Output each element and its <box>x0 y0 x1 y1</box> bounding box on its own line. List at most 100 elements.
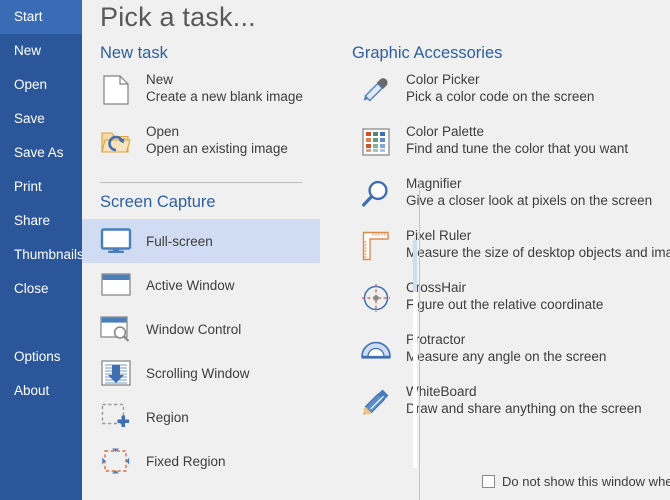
accessory-whiteboard-text: WhiteBoard Draw and share anything on th… <box>396 382 642 418</box>
sidebar-item-label: Print <box>14 179 42 194</box>
task-new-text: New Create a new blank image <box>136 70 303 106</box>
crosshair-icon <box>356 278 396 318</box>
sidebar-item-new[interactable]: New <box>0 34 82 68</box>
section-divider <box>100 182 302 183</box>
sidebar-item-label: Options <box>14 349 61 364</box>
sidebar-item-start[interactable]: Start <box>0 0 82 34</box>
column-divider <box>419 180 420 500</box>
accessory-magnifier[interactable]: Magnifier Give a closer look at pixels o… <box>342 174 670 226</box>
accessory-color-palette-text: Color Palette Find and tune the color th… <box>396 122 628 158</box>
accessory-color-picker[interactable]: Color Picker Pick a color code on the sc… <box>342 70 670 122</box>
window-control-icon <box>96 312 136 346</box>
sidebar-item-label: Start <box>14 9 43 24</box>
accessory-crosshair-title: CrossHair <box>406 280 467 295</box>
accessory-color-picker-title: Color Picker <box>406 72 480 87</box>
sidebar-item-options[interactable]: Options <box>0 340 82 374</box>
accessory-whiteboard-desc: Draw and share anything on the screen <box>406 401 642 416</box>
accessory-color-picker-desc: Pick a color code on the screen <box>406 89 595 104</box>
scrolling-window-icon <box>96 356 136 390</box>
section-heading-graphic-accessories: Graphic Accessories <box>352 44 503 62</box>
capture-scrolling-window[interactable]: Scrolling Window <box>82 351 320 395</box>
capture-window-control-label: Window Control <box>146 321 242 337</box>
left-column-scrollbar-thumb[interactable] <box>413 240 417 292</box>
accessory-protractor-desc: Measure any angle on the screen <box>406 349 607 364</box>
accessory-crosshair[interactable]: CrossHair Figure out the relative coordi… <box>342 278 670 330</box>
active-window-icon <box>96 268 136 302</box>
do-not-show-checkbox[interactable] <box>482 475 495 488</box>
protractor-icon <box>356 330 396 370</box>
accessory-color-picker-text: Color Picker Pick a color code on the sc… <box>396 70 594 106</box>
fixed-region-icon <box>96 444 136 478</box>
task-open-desc: Open an existing image <box>146 141 288 156</box>
section-heading-screen-capture: Screen Capture <box>100 193 216 211</box>
sidebar-item-label: Save <box>14 111 45 126</box>
task-new-desc: Create a new blank image <box>146 89 303 104</box>
sidebar-item-close[interactable]: Close <box>0 272 82 306</box>
region-icon <box>96 400 136 434</box>
accessory-protractor[interactable]: Protractor Measure any angle on the scre… <box>342 330 670 382</box>
accessory-pixel-ruler[interactable]: Pixel Ruler Measure the size of desktop … <box>342 226 670 278</box>
task-open[interactable]: Open Open an existing image <box>82 122 320 174</box>
sidebar-item-label: Share <box>14 213 51 228</box>
magnifier-icon <box>356 174 396 214</box>
accessory-crosshair-desc: Figure out the relative coordinate <box>406 297 604 312</box>
capture-fixed-region-label: Fixed Region <box>146 453 226 469</box>
accessory-color-palette[interactable]: Color Palette Find and tune the color th… <box>342 122 670 174</box>
capture-region-label: Region <box>146 409 189 425</box>
capture-active-window[interactable]: Active Window <box>82 263 320 307</box>
pen-icon <box>356 382 396 422</box>
task-open-title: Open <box>146 124 180 139</box>
sidebar-item-label: New <box>14 43 42 58</box>
right-column: Graphic Accessories Color Picker Pick a … <box>342 40 670 500</box>
open-folder-icon <box>96 122 136 162</box>
monitor-icon <box>96 224 136 258</box>
ruler-icon <box>356 226 396 266</box>
page-title: Pick a task... <box>100 2 256 32</box>
new-document-icon <box>96 70 136 110</box>
sidebar-item-save[interactable]: Save <box>0 102 82 136</box>
color-palette-icon <box>356 122 396 162</box>
sidebar-item-open[interactable]: Open <box>0 68 82 102</box>
capture-region[interactable]: Region <box>82 395 320 439</box>
accessory-pixel-ruler-desc: Measure the size of desktop objects and … <box>406 245 670 260</box>
sidebar-item-thumbnails[interactable]: Thumbnails <box>0 238 84 272</box>
sidebar-item-about[interactable]: About <box>0 374 82 408</box>
accessory-pixel-ruler-text: Pixel Ruler Measure the size of desktop … <box>396 226 670 262</box>
capture-full-screen-label: Full-screen <box>146 233 213 249</box>
accessory-protractor-title: Protractor <box>406 332 466 347</box>
accessory-magnifier-text: Magnifier Give a closer look at pixels o… <box>396 174 652 210</box>
task-open-text: Open Open an existing image <box>136 122 288 158</box>
do-not-show-checkbox-row[interactable]: Do not show this window when program sta… <box>482 474 670 489</box>
task-new[interactable]: New Create a new blank image <box>82 70 320 122</box>
accessory-crosshair-text: CrossHair Figure out the relative coordi… <box>396 278 603 314</box>
sidebar-item-label: About <box>14 383 50 398</box>
capture-active-window-label: Active Window <box>146 277 235 293</box>
sidebar: Start New Open Save Save As Print Share … <box>0 0 84 500</box>
task-new-title: New <box>146 72 174 87</box>
sidebar-item-share[interactable]: Share <box>0 204 82 238</box>
eyedropper-icon <box>356 70 396 110</box>
capture-full-screen[interactable]: Full-screen <box>82 219 320 263</box>
left-column: New task New Create a new blank image Op… <box>82 40 320 500</box>
accessory-whiteboard-title: WhiteBoard <box>406 384 477 399</box>
capture-fixed-region[interactable]: Fixed Region <box>82 439 320 483</box>
content-area: Pick a task... New task New Create a new… <box>82 0 670 500</box>
accessory-protractor-text: Protractor Measure any angle on the scre… <box>396 330 606 366</box>
accessory-color-palette-title: Color Palette <box>406 124 485 139</box>
do-not-show-checkbox-label: Do not show this window when program sta… <box>502 474 670 489</box>
capture-window-control[interactable]: Window Control <box>82 307 320 351</box>
accessory-pixel-ruler-title: Pixel Ruler <box>406 228 472 243</box>
sidebar-item-print[interactable]: Print <box>0 170 82 204</box>
sidebar-item-save-as[interactable]: Save As <box>0 136 82 170</box>
accessory-magnifier-desc: Give a closer look at pixels on the scre… <box>406 193 653 208</box>
section-heading-new-task: New task <box>100 44 168 62</box>
sidebar-item-label: Close <box>14 281 49 296</box>
pick-a-task-window: Start New Open Save Save As Print Share … <box>0 0 670 500</box>
sidebar-item-label: Open <box>14 77 48 92</box>
capture-scrolling-window-label: Scrolling Window <box>146 365 250 381</box>
accessory-whiteboard[interactable]: WhiteBoard Draw and share anything on th… <box>342 382 670 434</box>
accessory-color-palette-desc: Find and tune the color that you want <box>406 141 629 156</box>
task-columns: New task New Create a new blank image Op… <box>82 40 670 500</box>
accessory-magnifier-title: Magnifier <box>406 176 462 191</box>
